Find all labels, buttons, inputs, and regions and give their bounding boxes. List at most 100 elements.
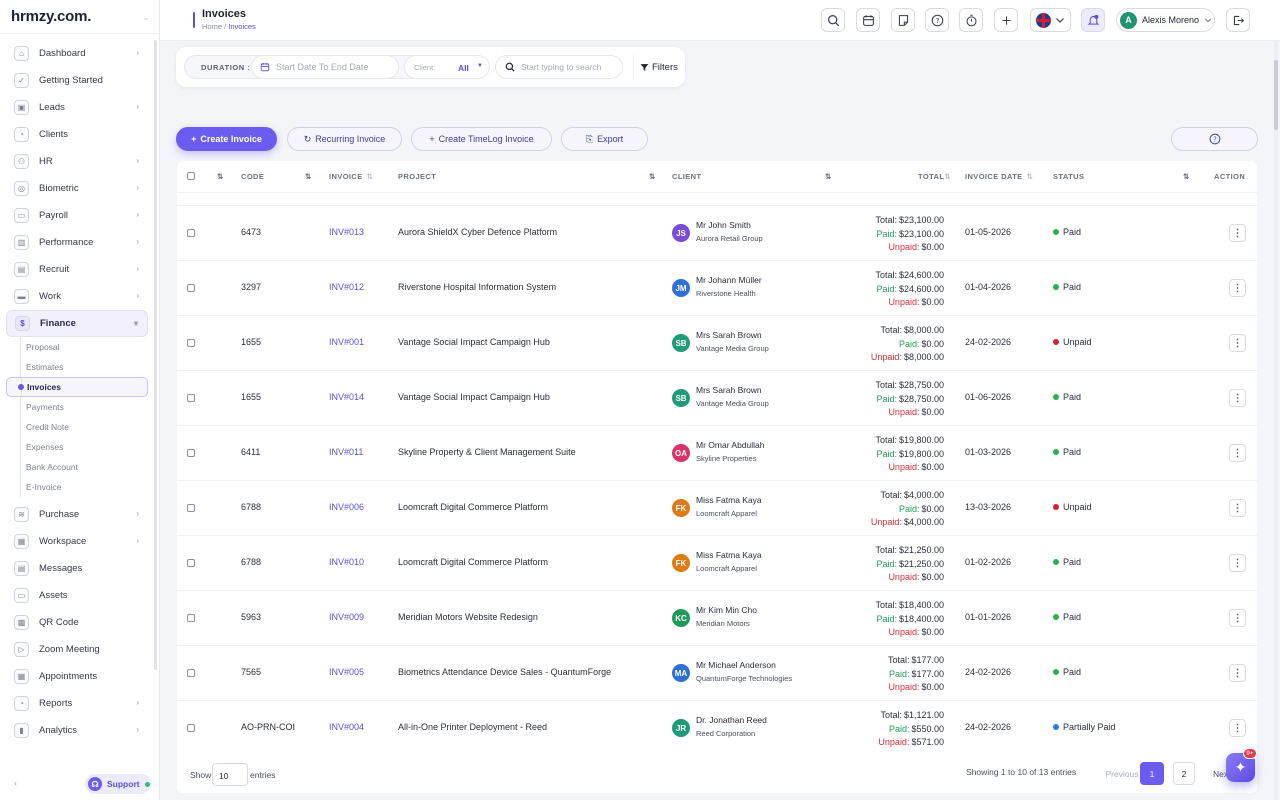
filters-button[interactable]: Filters xyxy=(633,55,678,79)
row-actions-button[interactable]: ⋮ xyxy=(1229,719,1246,737)
row-checkbox[interactable] xyxy=(187,614,195,622)
notifications-button[interactable] xyxy=(1081,8,1105,32)
invoice-number-link[interactable]: INV#010 xyxy=(329,557,364,567)
invoice-number-link[interactable]: INV#014 xyxy=(329,392,364,402)
select-all-checkbox[interactable] xyxy=(187,172,195,180)
notes-button[interactable] xyxy=(891,8,915,32)
client-name[interactable]: Dr. Jonathan Reed xyxy=(696,715,767,725)
sidebar-item-zoom-meeting[interactable]: ▷ Zoom Meeting xyxy=(6,636,148,663)
pagination-page-2[interactable]: 2 xyxy=(1173,762,1195,785)
invoice-number-link[interactable]: INV#005 xyxy=(329,667,364,677)
sidebar-item-finance[interactable]: $ Finance ▾ xyxy=(6,310,148,337)
sidebar-item-purchase[interactable]: ≋ Purchase › xyxy=(6,501,148,528)
sidebar-item-getting-started[interactable]: ✓ Getting Started xyxy=(6,67,148,94)
table-row[interactable]: 3297 INV#012 Riverstone Hospital Informati… xyxy=(177,260,1257,315)
client-name[interactable]: Mrs Sarah Brown xyxy=(696,330,762,340)
table-row[interactable]: 5963 INV#009 Meridian Motors Website Redes… xyxy=(177,590,1257,645)
invoice-number-link[interactable]: INV#012 xyxy=(329,282,364,292)
table-row[interactable]: 6411 INV#011 Skyline Property & Client Man… xyxy=(177,425,1257,480)
sort-icon[interactable]: ⇅ xyxy=(1183,172,1190,181)
table-row[interactable]: 1655 INV#001 Vantage Social Impact Campaig… xyxy=(177,315,1257,370)
recurring-invoice-button[interactable]: ↻ Recurring Invoice xyxy=(287,127,402,151)
row-actions-button[interactable]: ⋮ xyxy=(1229,224,1246,242)
sidebar-item-clients[interactable]: ◔ Clients xyxy=(6,121,148,148)
client-name[interactable]: Miss Fatma Kaya xyxy=(696,550,762,560)
sort-icon[interactable]: ⇅ xyxy=(217,172,224,181)
row-checkbox[interactable] xyxy=(187,669,195,677)
row-actions-button[interactable]: ⋮ xyxy=(1229,499,1246,517)
column-total[interactable]: TOTAL⇅ xyxy=(918,172,951,181)
column-client[interactable]: CLIENT xyxy=(672,172,701,181)
table-row[interactable]: AO-PRN-COI INV#004 All-in-One Printer Depl… xyxy=(177,700,1257,755)
logout-button[interactable] xyxy=(1226,8,1250,32)
sidebar-item-assets[interactable]: ▭ Assets xyxy=(6,582,148,609)
user-menu[interactable]: A Alexis Moreno xyxy=(1116,8,1215,32)
row-checkbox[interactable] xyxy=(187,229,195,237)
row-actions-button[interactable]: ⋮ xyxy=(1229,389,1246,407)
column-code[interactable]: CODE xyxy=(241,172,264,181)
client-name[interactable]: Mr Omar Abdullah xyxy=(696,440,765,450)
page-help-button[interactable]: ? xyxy=(1171,127,1258,151)
client-name[interactable]: Miss Fatma Kaya xyxy=(696,495,762,505)
row-actions-button[interactable]: ⋮ xyxy=(1229,444,1246,462)
table-row[interactable]: 6788 INV#010 Loomcraft Digital Commerce Pl… xyxy=(177,535,1257,590)
column-project[interactable]: PROJECT xyxy=(398,172,436,181)
search-input[interactable]: Start typing to search xyxy=(495,55,623,79)
sidebar-item-hr[interactable]: ⚇ HR › xyxy=(6,148,148,175)
invoice-number-link[interactable]: INV#001 xyxy=(329,337,364,347)
row-checkbox[interactable] xyxy=(187,559,195,567)
sort-icon[interactable]: ⇅ xyxy=(649,172,656,181)
column-invoice[interactable]: INVOICE ⇅ xyxy=(329,172,373,181)
invoice-number-link[interactable]: INV#011 xyxy=(329,447,363,457)
column-status[interactable]: STATUS xyxy=(1053,172,1084,181)
chevron-down-icon[interactable]: ⌄ xyxy=(142,12,150,23)
create-timelog-invoice-button[interactable]: + Create TimeLog Invoice xyxy=(411,127,552,151)
sidebar-item-dashboard[interactable]: ⌂ Dashboard › xyxy=(6,40,148,67)
row-checkbox[interactable] xyxy=(187,449,195,457)
row-checkbox[interactable] xyxy=(187,284,195,292)
table-row[interactable]: 6473 INV#013 Aurora ShieldX Cyber Defence … xyxy=(177,205,1257,260)
sidebar-item-qr-code[interactable]: ▩ QR Code xyxy=(6,609,148,636)
invoice-number-link[interactable]: INV#006 xyxy=(329,502,364,512)
sidebar-subitem-estimates[interactable]: Estimates xyxy=(6,357,148,377)
sidebar-subitem-e-invoice[interactable]: E-Invoice xyxy=(6,477,148,497)
client-name[interactable]: Mr John Smith xyxy=(696,220,751,230)
row-checkbox[interactable] xyxy=(187,504,195,512)
language-selector[interactable] xyxy=(1030,8,1071,32)
row-checkbox[interactable] xyxy=(187,339,195,347)
ai-assistant-button[interactable]: ✦ 9+ xyxy=(1226,748,1257,782)
sort-icon[interactable]: ⇅ xyxy=(825,172,832,181)
sidebar-subitem-proposal[interactable]: Proposal xyxy=(6,337,148,357)
help-button[interactable]: ? xyxy=(925,8,949,32)
row-checkbox[interactable] xyxy=(187,394,195,402)
row-checkbox[interactable] xyxy=(187,724,195,732)
invoice-number-link[interactable]: INV#009 xyxy=(329,612,364,622)
row-actions-button[interactable]: ⋮ xyxy=(1229,664,1246,682)
sidebar-item-payroll[interactable]: ▭ Payroll › xyxy=(6,202,148,229)
scrollbar-thumb[interactable] xyxy=(1274,60,1278,130)
sidebar-subitem-invoices[interactable]: Invoices xyxy=(6,377,148,397)
invoice-number-link[interactable]: INV#013 xyxy=(329,227,364,237)
sidebar-item-recruit[interactable]: ▤ Recruit › xyxy=(6,256,148,283)
sidebar-subitem-bank-account[interactable]: Bank Account xyxy=(6,457,148,477)
sidebar-subitem-credit-note[interactable]: Credit Note xyxy=(6,417,148,437)
sidebar-item-work[interactable]: ▬ Work › xyxy=(6,283,148,310)
client-name[interactable]: Mr Michael Anderson xyxy=(696,660,776,670)
table-row[interactable]: 1655 INV#014 Vantage Social Impact Campaig… xyxy=(177,370,1257,425)
sidebar-scrollbar[interactable] xyxy=(154,40,157,670)
sidebar-subitem-payments[interactable]: Payments xyxy=(6,397,148,417)
support-button[interactable]: ☊ Support xyxy=(85,774,151,794)
create-invoice-button[interactable]: + Create Invoice xyxy=(176,127,277,151)
row-actions-button[interactable]: ⋮ xyxy=(1229,609,1246,627)
timer-button[interactable] xyxy=(959,8,983,32)
breadcrumb-home[interactable]: Home xyxy=(202,22,222,31)
sidebar-item-workspace[interactable]: ▦ Workspace › xyxy=(6,528,148,555)
client-name[interactable]: Mr Johann Müller xyxy=(696,275,762,285)
row-actions-button[interactable]: ⋮ xyxy=(1229,554,1246,572)
row-actions-button[interactable]: ⋮ xyxy=(1229,334,1246,352)
collapse-sidebar-icon[interactable]: ‹ xyxy=(14,778,17,788)
sidebar-item-performance[interactable]: ▥ Performance › xyxy=(6,229,148,256)
search-button[interactable] xyxy=(821,8,845,32)
table-row[interactable]: 6788 INV#006 Loomcraft Digital Commerce Pl… xyxy=(177,480,1257,535)
page-size-select[interactable]: 10 xyxy=(212,763,248,786)
